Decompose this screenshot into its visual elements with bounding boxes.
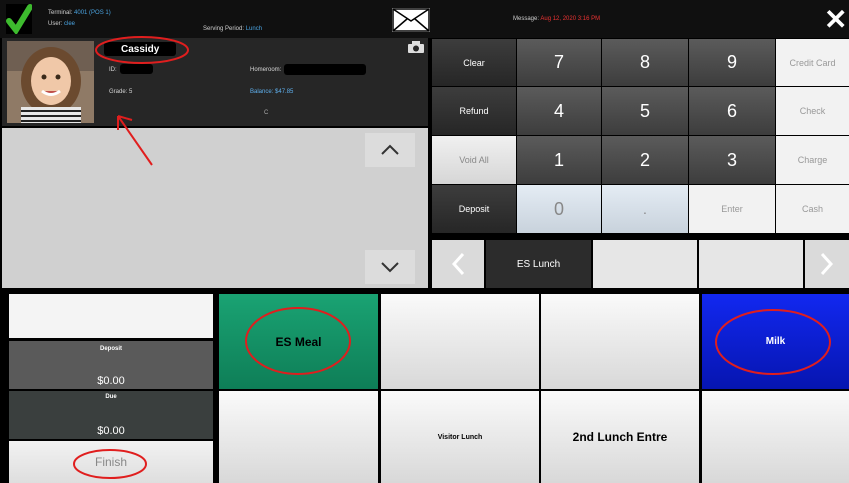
student-photo-image [7, 41, 94, 123]
deposit-summary: Deposit $0.00 [9, 341, 213, 389]
student-grade: Grade: 5 [109, 89, 133, 95]
due-summary: Due $0.00 [9, 391, 213, 439]
refund-button[interactable]: Refund [432, 87, 516, 135]
student-id: ID: [109, 67, 117, 73]
chevron-up-icon [381, 144, 399, 155]
charge-button[interactable]: Charge [776, 136, 849, 184]
item-empty-4[interactable] [702, 391, 849, 483]
key-0[interactable]: 0 [517, 185, 601, 233]
key-4[interactable]: 4 [517, 87, 601, 135]
key-8[interactable]: 8 [602, 39, 688, 86]
chevron-right-icon [820, 252, 834, 276]
visitor-lunch-button[interactable]: Visitor Lunch [381, 391, 539, 483]
message-info: Message: Aug 12, 2020 3:16 PM [513, 16, 601, 22]
next-category-button[interactable] [805, 240, 849, 288]
finish-annotation-circle [73, 449, 147, 479]
key-2[interactable]: 2 [602, 136, 688, 184]
prev-category-button[interactable] [432, 240, 484, 288]
homeroom: Homeroom: [250, 67, 282, 73]
deposit-key-button[interactable]: Deposit [432, 185, 516, 233]
check-button[interactable]: Check [776, 87, 849, 135]
es-meal-annotation-circle [245, 307, 351, 375]
checkmark-logo-icon [6, 4, 32, 34]
scroll-down-button[interactable] [365, 250, 415, 284]
student-photo [7, 41, 94, 123]
name-annotation-circle [95, 36, 189, 64]
key-6[interactable]: 6 [689, 87, 775, 135]
key-dot[interactable]: . [602, 185, 688, 233]
photo-annotation-arrow [117, 115, 153, 166]
key-7[interactable]: 7 [517, 39, 601, 86]
user-info: User: clee [48, 21, 76, 27]
close-icon[interactable]: ✕ [824, 6, 847, 34]
chevron-left-icon [451, 252, 465, 276]
homeroom-redaction [284, 64, 366, 75]
enter-button[interactable]: Enter [689, 185, 775, 233]
due-value: $0.00 [97, 425, 125, 437]
void-all-button[interactable]: Void All [432, 136, 516, 184]
key-1[interactable]: 1 [517, 136, 601, 184]
top-bar: Terminal: 4001 (POS 1) User: clee Servin… [0, 0, 849, 38]
milk-annotation-circle [715, 309, 831, 375]
terminal-info: Terminal: 4001 (POS 1) [48, 10, 111, 16]
due-label: Due [105, 394, 117, 400]
camera-icon[interactable] [407, 40, 425, 54]
deposit-value: $0.00 [97, 375, 125, 387]
clear-button[interactable]: Clear [432, 39, 516, 86]
item-empty-1[interactable] [381, 294, 539, 389]
student-balance: Balance: $47.85 [250, 89, 294, 95]
item-empty-2[interactable] [541, 294, 699, 389]
blank-input-box[interactable] [9, 294, 213, 338]
scroll-up-button[interactable] [365, 133, 415, 167]
category-tab-es-lunch[interactable]: ES Lunch [486, 240, 591, 288]
category-tab-empty-2[interactable] [699, 240, 803, 288]
key-5[interactable]: 5 [602, 87, 688, 135]
id-redaction [120, 64, 153, 74]
deposit-label: Deposit [99, 346, 122, 352]
category-tab-empty-1[interactable] [593, 240, 697, 288]
second-lunch-entre-button[interactable]: 2nd Lunch Entre [541, 391, 699, 483]
serving-period: Serving Period: Lunch [203, 26, 263, 32]
item-empty-3[interactable] [219, 391, 378, 483]
key-9[interactable]: 9 [689, 39, 775, 86]
chevron-down-icon [381, 262, 399, 273]
envelope-icon[interactable] [392, 8, 430, 32]
cash-button[interactable]: Cash [776, 185, 849, 233]
key-3[interactable]: 3 [689, 136, 775, 184]
student-code: C [264, 110, 269, 116]
credit-card-button[interactable]: Credit Card [776, 39, 849, 86]
